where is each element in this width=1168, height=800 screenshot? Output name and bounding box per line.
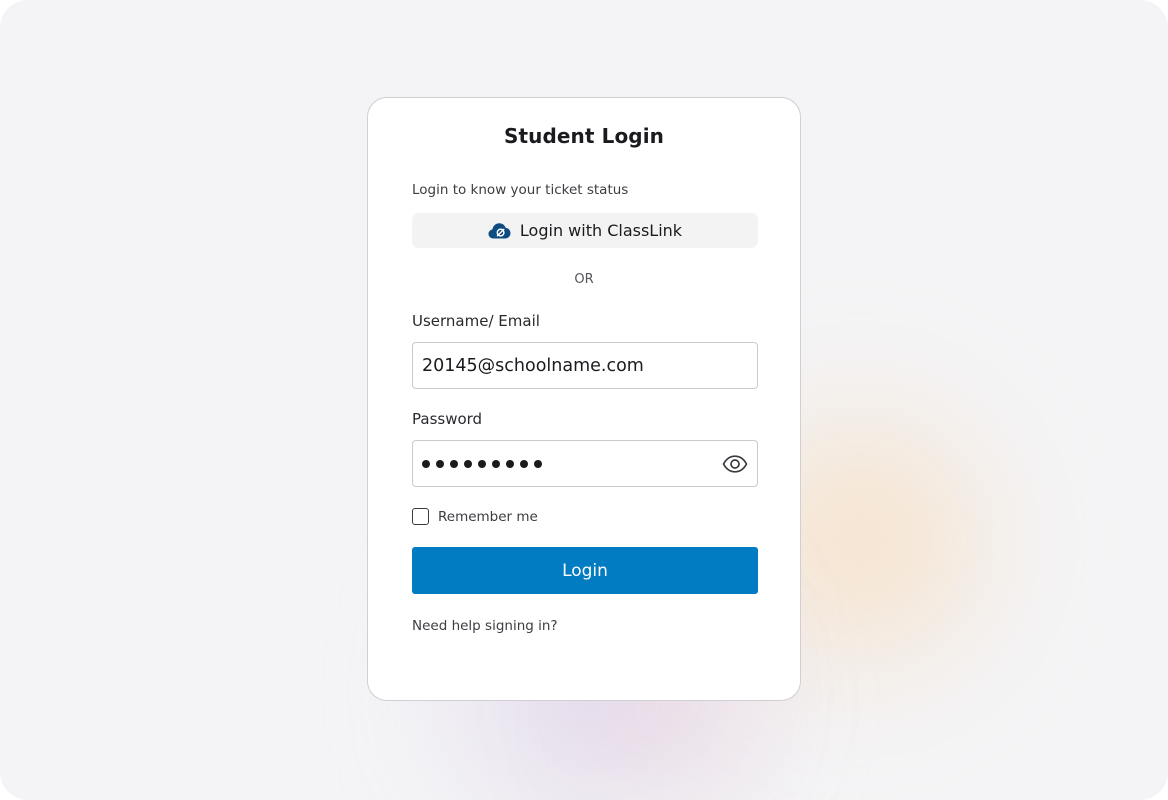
classlink-cloud-icon: [488, 223, 511, 239]
classlink-login-label: Login with ClassLink: [519, 221, 683, 240]
password-dot: [534, 459, 542, 468]
remember-me-checkbox[interactable]: [412, 508, 429, 525]
password-dot: [520, 459, 528, 468]
login-button[interactable]: Login: [412, 547, 758, 594]
password-dot: [506, 459, 514, 468]
password-dot: [464, 459, 472, 468]
password-dot: [436, 459, 444, 468]
eye-icon[interactable]: [722, 453, 748, 475]
password-label: Password: [412, 410, 483, 428]
login-card: Student Login Login to know your ticket …: [367, 97, 801, 701]
help-signing-in-link[interactable]: Need help signing in?: [412, 618, 558, 634]
password-input[interactable]: [412, 440, 758, 487]
password-masked-value: [422, 459, 542, 468]
remember-me-label: Remember me: [438, 508, 538, 525]
username-value: 20145@schoolname.com: [422, 355, 644, 376]
password-dot: [422, 459, 430, 468]
username-label: Username/ Email: [412, 312, 540, 330]
password-dot: [478, 459, 486, 468]
page-background: Student Login Login to know your ticket …: [0, 0, 1168, 800]
password-dot: [450, 459, 458, 468]
remember-me-row: Remember me: [412, 508, 538, 525]
classlink-login-button[interactable]: Login with ClassLink: [412, 213, 758, 248]
username-input[interactable]: 20145@schoolname.com: [412, 342, 758, 389]
login-subtitle: Login to know your ticket status: [412, 182, 629, 198]
or-divider: OR: [574, 272, 594, 287]
password-dot: [492, 459, 500, 468]
page-title: Student Login: [503, 124, 665, 148]
